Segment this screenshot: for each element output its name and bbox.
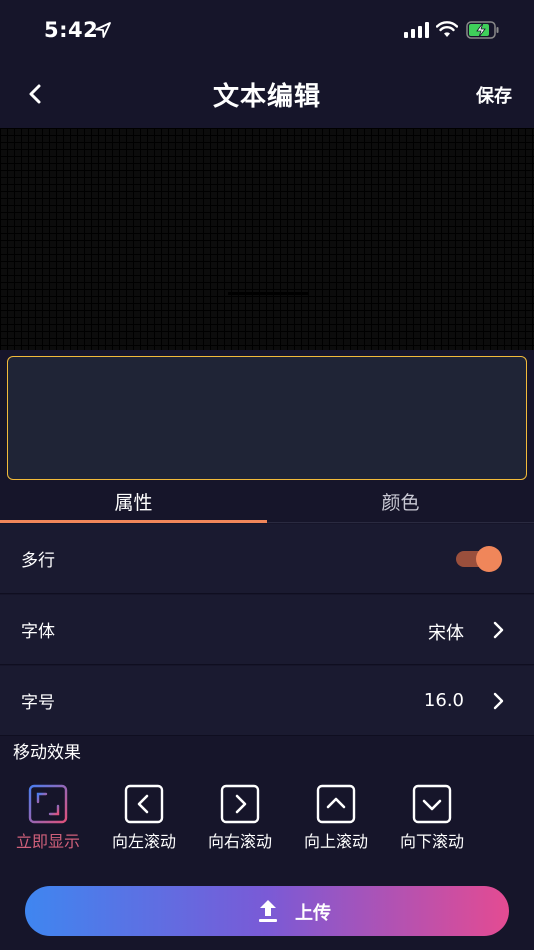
scroll-up-icon	[316, 784, 356, 824]
effect-scroll-up[interactable]: 向上滚动	[291, 784, 381, 852]
effect-scroll-left[interactable]: 向左滚动	[99, 784, 189, 852]
effect-scroll-right[interactable]: 向右滚动	[195, 784, 285, 852]
effect-label: 向左滚动	[111, 832, 176, 851]
effect-label: 向上滚动	[303, 832, 368, 851]
status-time: 5:42	[44, 18, 99, 42]
effects-list: 立即显示 向左滚动 向右滚动 向上滚动 向下滚动	[0, 784, 534, 854]
effect-label: 立即显示	[15, 832, 80, 851]
text-input[interactable]	[7, 356, 527, 480]
font-size-row[interactable]: 字号 16.0	[0, 666, 534, 736]
multiline-toggle[interactable]	[456, 546, 502, 572]
font-value: 宋体	[428, 623, 464, 644]
save-button[interactable]: 保存	[476, 82, 512, 108]
multiline-label: 多行	[21, 551, 55, 571]
scroll-right-icon	[220, 784, 260, 824]
wifi-icon	[436, 21, 458, 37]
chevron-right-icon	[493, 621, 504, 639]
preview-cursor	[228, 292, 308, 295]
effect-label: 向右滚动	[207, 832, 272, 851]
battery-charging-icon	[466, 21, 499, 39]
tab-properties[interactable]: 属性	[0, 488, 267, 515]
page-title: 文本编辑	[212, 82, 321, 112]
effect-scroll-down[interactable]: 向下滚动	[387, 784, 477, 852]
multiline-row: 多行	[0, 524, 534, 594]
font-size-label: 字号	[21, 693, 55, 713]
font-label: 字体	[21, 622, 55, 642]
toggle-knob	[476, 546, 502, 572]
tab-colors[interactable]: 颜色	[267, 488, 534, 515]
nav-bar: 文本编辑 保存	[0, 62, 534, 126]
upload-button[interactable]: 上传	[25, 886, 509, 936]
font-row[interactable]: 字体 宋体	[0, 595, 534, 665]
location-arrow-icon	[95, 22, 111, 38]
scroll-left-icon	[124, 784, 164, 824]
font-size-value: 16.0	[423, 690, 464, 711]
instant-display-icon	[28, 784, 68, 824]
chevron-right-icon	[493, 692, 504, 710]
tab-bar: 属性 颜色	[0, 484, 534, 524]
status-bar: 5:42	[0, 0, 534, 60]
cellular-signal-icon	[404, 22, 429, 38]
led-preview	[0, 128, 534, 350]
scroll-down-icon	[412, 784, 452, 824]
upload-icon	[259, 900, 277, 922]
effect-instant[interactable]: 立即显示	[3, 784, 93, 852]
tab-active-indicator	[0, 520, 267, 523]
effects-title: 移动效果	[13, 743, 81, 763]
upload-label: 上传	[295, 903, 331, 924]
effect-label: 向下滚动	[399, 832, 464, 851]
